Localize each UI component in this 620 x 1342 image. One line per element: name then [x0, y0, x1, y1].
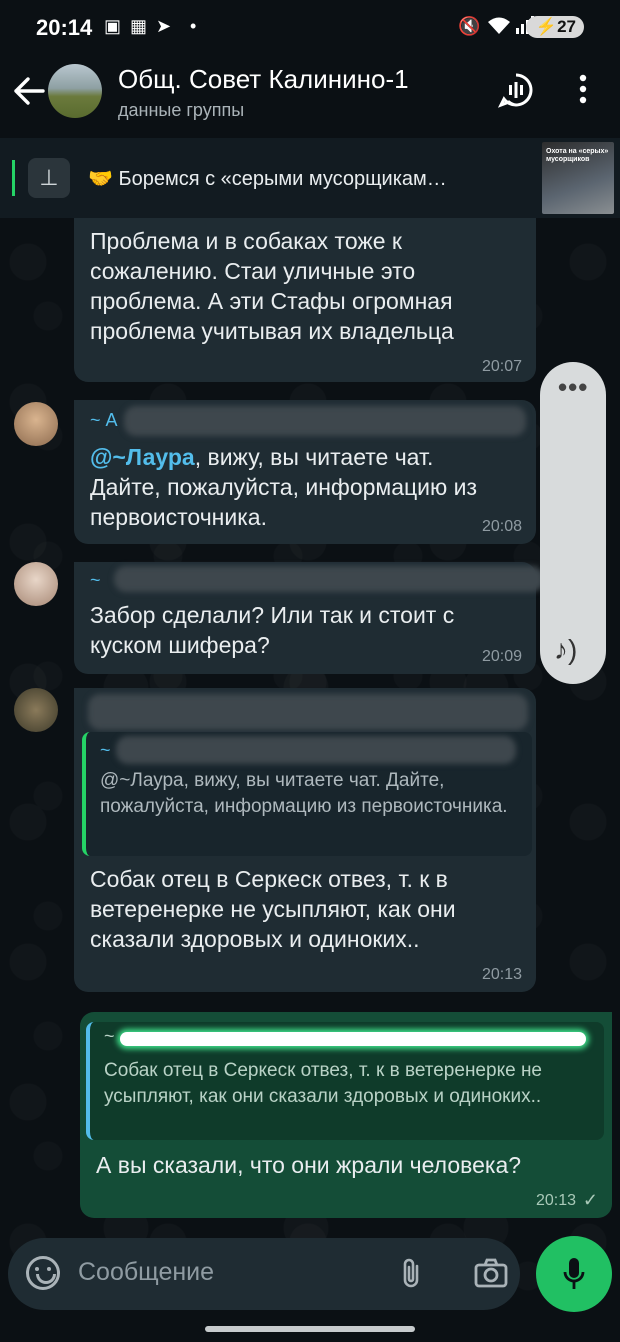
sender-avatar[interactable] [14, 688, 58, 732]
audio-note-icon[interactable]: ♪) [554, 634, 577, 666]
group-avatar[interactable] [48, 64, 102, 118]
message-time: 20:08 [481, 518, 522, 535]
mute-icon: 🔇 [458, 16, 481, 36]
pinned-thumbnail: Охота на «серых» мусорщиков [542, 142, 614, 214]
calendar-icon: ▦ [130, 16, 148, 36]
battery-indicator: ⚡27 [525, 16, 584, 38]
group-title[interactable]: Общ. Совет Калинино-1 [118, 64, 409, 95]
pinned-text: 🤝 Боремся с «серыми мусорщикам… [88, 168, 447, 190]
telegram-icon: ➤ [156, 16, 172, 36]
message-time: 20:13 [535, 1192, 576, 1209]
back-arrow-icon[interactable] [12, 76, 46, 115]
home-indicator[interactable] [205, 1326, 415, 1332]
message-bubble[interactable]: ~ Забор сделали? Или так и стоит с куско… [74, 562, 544, 674]
mic-icon [563, 1258, 585, 1289]
sent-check-icon: ✓ [582, 1190, 598, 1210]
message-bubble[interactable]: Проблема и в собаках тоже к сожалению. С… [74, 218, 536, 382]
pinned-thumbnail-text: Охота на «серых» мусорщиков [546, 148, 609, 163]
chat-header: Общ. Совет Калинино-1 данные группы [0, 56, 620, 136]
status-time: 20:14 [36, 15, 93, 40]
message-input-bar: Сообщение [8, 1238, 520, 1310]
status-bar: 20:14 ▣ ▦ ➤ • 🔇 ⚡27 [0, 0, 620, 56]
message-bubble[interactable]: ~ А @~Лаура, вижу, вы читаете чат. Дайте… [74, 400, 536, 544]
camera-icon[interactable] [474, 1258, 508, 1293]
quoted-message[interactable]: ~ Собак отец в Серкеск отвез, т. к в вет… [86, 1022, 604, 1140]
message-time: 20:07 [481, 358, 522, 375]
quote-text: @~Лаура, вижу, вы читаете чат. Дайте, по… [100, 770, 508, 817]
side-panel-more-icon[interactable]: ••• [558, 372, 588, 403]
mic-button[interactable] [536, 1236, 612, 1312]
sender-avatar[interactable] [14, 402, 58, 446]
message-text: Забор сделали? Или так и стоит с куском … [90, 602, 455, 658]
sender-avatar[interactable] [14, 562, 58, 606]
message-text: @~Лаура, вижу, вы читаете чат. Дайте, по… [90, 442, 510, 532]
message-text: Проблема и в собаках тоже к сожалению. С… [90, 228, 454, 344]
pinned-indicator [12, 160, 15, 196]
redaction-mark [124, 406, 526, 436]
voice-chat-icon[interactable] [497, 72, 534, 113]
quote-sender: ~ [100, 740, 111, 760]
pinned-message-bar[interactable]: ⊥ 🤝 Боремся с «серыми мусорщикам… Охота … [0, 138, 620, 218]
sender-name[interactable]: ~ А [90, 410, 118, 431]
attach-icon[interactable] [400, 1256, 422, 1298]
emoji-icon[interactable] [26, 1256, 60, 1290]
message-text: А вы сказали, что они жрали человека? [96, 1152, 522, 1178]
redaction-mark [120, 1032, 586, 1046]
more-options-icon[interactable] [578, 72, 588, 111]
message-bubble[interactable]: ~ @~Лаура, вижу, вы читаете чат. Дайте, … [74, 688, 536, 992]
media-side-panel[interactable]: ••• ♪) [540, 362, 606, 684]
pin-icon: ⊥ [28, 158, 70, 198]
message-time: 20:09 [481, 648, 522, 665]
redaction-mark [88, 694, 528, 730]
redaction-mark [114, 566, 544, 592]
wifi-icon [486, 16, 512, 41]
notification-dot-icon: • [190, 16, 197, 36]
quote-text: Собак отец в Серкеск отвез, т. к в ветер… [104, 1060, 543, 1107]
battery-level: 27 [557, 17, 576, 36]
sender-name[interactable]: ~ [90, 570, 101, 591]
message-time: 20:13 [481, 966, 522, 983]
quote-sender: ~ [104, 1026, 115, 1046]
message-text: Собак отец в Серкеск отвез, т. к в ветер… [90, 866, 456, 952]
outgoing-message-bubble[interactable]: ~ Собак отец в Серкеск отвез, т. к в вет… [80, 1012, 612, 1218]
screen-record-icon: ▣ [104, 16, 122, 36]
quoted-message[interactable]: ~ @~Лаура, вижу, вы читаете чат. Дайте, … [82, 732, 532, 856]
message-input[interactable]: Сообщение [78, 1258, 214, 1287]
mention-link[interactable]: @~Лаура [90, 444, 195, 470]
redaction-mark [116, 736, 516, 764]
group-subtitle[interactable]: данные группы [118, 100, 244, 121]
